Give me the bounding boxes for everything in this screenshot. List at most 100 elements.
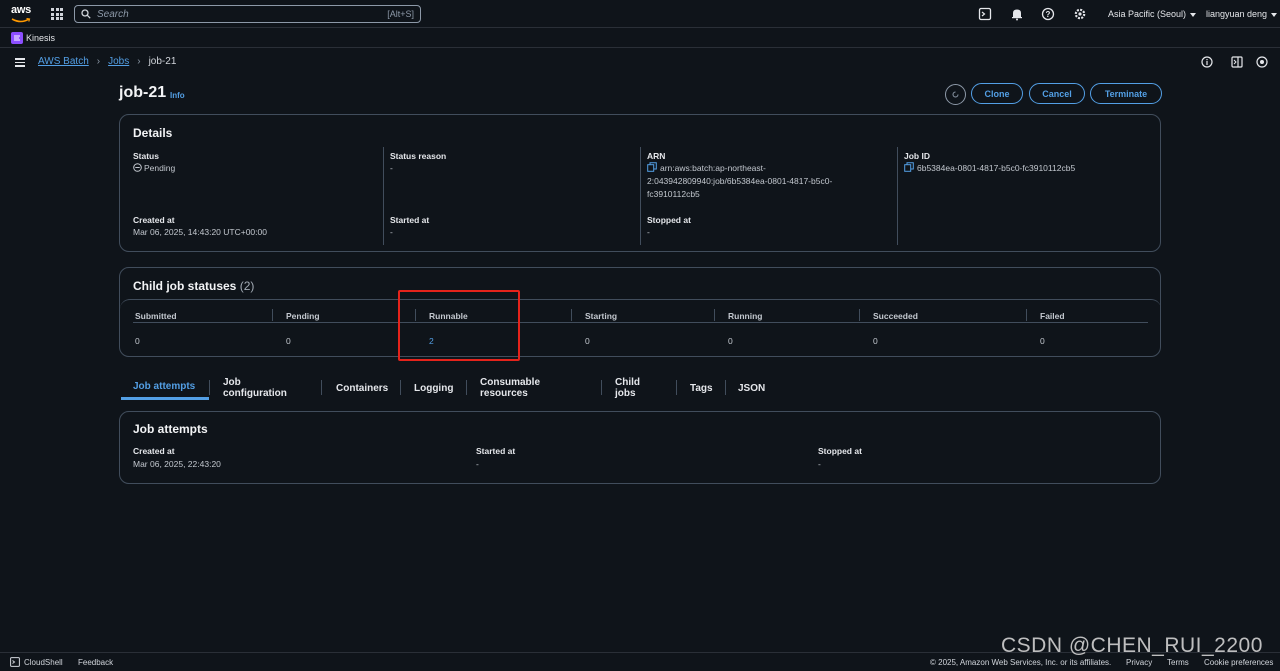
arn-value: arn:aws:batch:ap-northeast- 2:0439428099… [647,162,877,201]
tab-logging[interactable]: Logging [402,376,465,400]
column-divider [640,147,641,245]
side-panel-icon[interactable] [1231,56,1243,68]
help-icon[interactable]: ? [1041,7,1055,21]
region-selector[interactable]: Asia Pacific (Seoul) [1108,9,1197,19]
started-at-value: - [390,227,393,237]
aws-logo[interactable]: aws [11,5,33,23]
cancel-button[interactable]: Cancel [1029,83,1085,104]
column-header: Failed [1040,311,1065,321]
refresh-icon [952,91,959,98]
clone-button[interactable]: Clone [971,83,1023,104]
footer-privacy[interactable]: Privacy [1126,658,1152,667]
details-panel: Details Status Pending Status reason - A… [119,114,1161,252]
region-label: Asia Pacific (Seoul) [1108,9,1187,19]
preferences-icon[interactable] [1256,56,1268,68]
attempt-created-label: Created at [133,446,175,456]
aws-logo-text: aws [11,4,31,16]
column-header: Running [728,311,763,321]
bell-icon[interactable] [1010,7,1024,21]
tab-consumable-resources[interactable]: Consumable resources [468,376,552,400]
chevron-down-icon [1190,12,1197,17]
refresh-button[interactable] [945,84,966,105]
column-header: Submitted [135,311,177,321]
arn-line-1: arn:aws:batch:ap-northeast- [660,163,766,173]
status-reason-label: Status reason [390,151,447,161]
breadcrumb-current: job-21 [148,56,177,67]
tab-job-attempts[interactable]: Job attempts [121,376,209,400]
pending-icon [133,163,142,172]
arn-line-2: 2:043942809940:job/6b5384ea-0801-4817-b5… [647,176,833,186]
tab-tags[interactable]: Tags [678,376,725,400]
pending-count: 0 [286,336,291,346]
starting-count: 0 [585,336,590,346]
status-label: Status [133,151,159,161]
tab-json[interactable]: JSON [726,376,777,400]
job-id-label: Job ID [904,151,930,161]
attempt-stopped-label: Stopped at [818,446,862,456]
created-at-value: Mar 06, 2025, 14:43:20 UTC+00:00 [133,227,267,237]
breadcrumb-aws-batch[interactable]: AWS Batch [38,56,89,67]
child-job-statuses-panel: Child job statuses (2) Submitted Pending… [119,267,1161,357]
column-divider [859,309,860,321]
tab-child-jobs[interactable]: Child jobs [603,376,652,400]
column-divider [1026,309,1027,321]
attempt-started-value: - [476,459,479,469]
attempt-stopped-value: - [818,459,821,469]
favorite-kinesis[interactable]: Kinesis [11,32,55,44]
attempt-created-value: Mar 06, 2025, 22:43:20 [133,459,221,469]
search-shortcut: [Alt+S] [387,9,414,19]
tab-job-configuration[interactable]: Job configuration [211,376,299,400]
copy-icon[interactable] [647,162,657,172]
top-navigation: aws Search [Alt+S] ? Asia Pacific (Seoul… [0,0,1280,28]
search-icon [81,9,91,19]
arn-label: ARN [647,151,666,161]
breadcrumb-jobs[interactable]: Jobs [108,56,129,67]
tab-divider [466,380,467,395]
copy-icon[interactable] [904,162,914,172]
user-label: liangyuan deng [1206,9,1268,19]
footer-feedback[interactable]: Feedback [78,658,113,667]
running-count: 0 [728,336,733,346]
info-link[interactable]: Info [170,91,185,100]
row-divider [133,322,1148,323]
attempt-started-label: Started at [476,446,516,456]
info-panel-icon[interactable] [1201,56,1213,68]
succeeded-count: 0 [873,336,878,346]
column-header: Starting [585,311,618,321]
breadcrumb: AWS Batch › Jobs › job-21 [38,56,176,67]
job-id-value: 6b5384ea-0801-4817-b5c0-fc3910112cb5 [904,162,1075,175]
stopped-at-label: Stopped at [647,215,691,225]
failed-count: 0 [1040,336,1045,346]
aws-smile-icon [11,17,31,23]
footer-cloudshell[interactable]: CloudShell [24,658,63,667]
stopped-at-value: - [647,227,650,237]
menu-icon[interactable] [15,58,25,67]
child-statuses-table: Submitted Pending Runnable Starting Runn… [120,299,1161,357]
arn-line-3: fc3910112cb5 [647,189,700,199]
job-attempts-panel: Job attempts Created at Mar 06, 2025, 22… [119,411,1161,484]
footer-terms[interactable]: Terms [1167,658,1189,667]
gear-icon[interactable] [1073,7,1087,21]
footer-copyright: © 2025, Amazon Web Services, Inc. or its… [930,658,1112,667]
watermark-text: CSDN @CHEN_RUI_2200 [1001,634,1263,657]
footer-cookie-preferences[interactable]: Cookie preferences [1204,658,1273,667]
column-header: Succeeded [873,311,918,321]
column-divider [571,309,572,321]
started-at-label: Started at [390,215,430,225]
user-menu[interactable]: liangyuan deng [1206,9,1278,19]
favorite-kinesis-label: Kinesis [26,33,56,43]
services-grid-icon[interactable] [51,8,63,20]
search-bar[interactable]: Search [Alt+S] [74,5,421,23]
chevron-down-icon [1271,12,1278,17]
column-header: Pending [286,311,320,321]
kinesis-icon [11,32,23,44]
tab-containers[interactable]: Containers [324,376,400,400]
cloudshell-icon[interactable] [978,7,992,21]
tab-divider [321,380,322,395]
tab-divider [400,380,401,395]
tab-divider [209,380,210,395]
breadcrumb-row: AWS Batch › Jobs › job-21 [0,48,1280,75]
favorites-bar: Kinesis [0,28,1280,48]
terminate-button[interactable]: Terminate [1090,83,1162,104]
column-divider [897,147,898,245]
